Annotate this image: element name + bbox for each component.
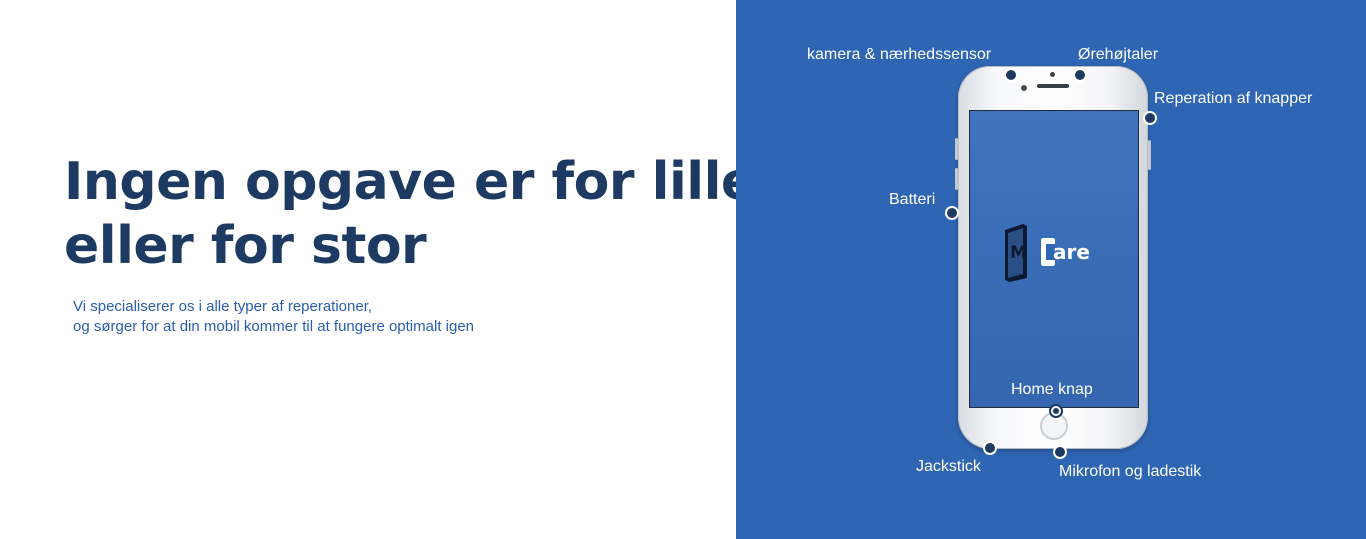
hero-headline: Ingen opgave er for lille eller for stor <box>64 150 756 278</box>
jack-marker[interactable] <box>983 441 997 455</box>
proximity-sensor-illustration <box>1021 85 1027 91</box>
mic-marker[interactable] <box>1053 445 1067 459</box>
label-earpiece: Ørehøjtaler <box>1078 46 1159 63</box>
buttons-marker[interactable] <box>1143 111 1157 125</box>
front-camera-illustration <box>1050 72 1055 77</box>
earpiece-illustration <box>1037 84 1069 88</box>
hero-subtitle: Vi specialiserer os i alle typer af repe… <box>73 297 474 337</box>
hero-subtitle-line-2: og sørger for at din mobil kommer til at… <box>73 318 475 335</box>
hero-section: Ingen opgave er for lille eller for stor… <box>0 0 756 539</box>
label-home-button: Home knap <box>1011 381 1093 398</box>
mcare-logo-text: are <box>1053 240 1090 264</box>
battery-marker[interactable] <box>945 206 959 220</box>
volume-button-illustration <box>955 138 958 160</box>
label-mic: Mikrofon og ladestik <box>1059 463 1202 480</box>
volume-button-illustration-2 <box>955 168 958 190</box>
earpiece-marker[interactable] <box>1073 68 1087 82</box>
mcare-logo-m: M <box>1010 243 1027 263</box>
home-button-marker[interactable] <box>1049 404 1063 418</box>
label-buttons: Reperation af knapper <box>1154 90 1313 107</box>
label-camera-sensor: kamera & nærhedssensor <box>807 46 992 63</box>
power-button-illustration <box>1148 140 1151 170</box>
hero-headline-line-2: eller for stor <box>64 216 427 276</box>
camera-sensor-marker[interactable] <box>1004 68 1018 82</box>
hero-subtitle-line-1: Vi specialiserer os i alle typer af repe… <box>73 298 373 315</box>
label-battery: Batteri <box>889 191 936 208</box>
hero-headline-line-1: Ingen opgave er for lille <box>64 152 756 212</box>
label-jack: Jackstick <box>916 458 981 475</box>
